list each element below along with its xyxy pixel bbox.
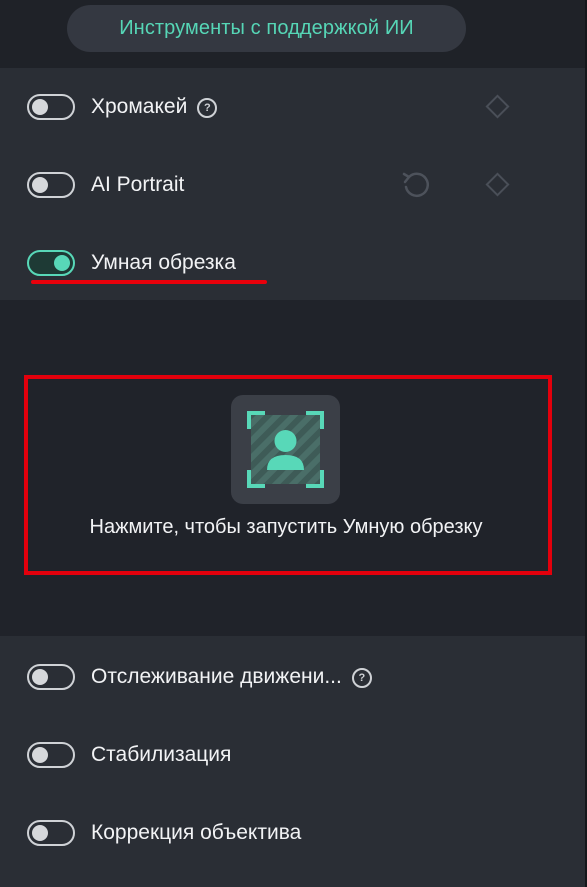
smart-crop-launch-text: Нажмите, чтобы запустить Умную обрезку	[89, 516, 483, 538]
ai-tools-tab[interactable]: Инструменты с поддержкой ИИ	[67, 5, 466, 52]
tool-label: Хромакей	[91, 95, 188, 118]
lens-correction-label: Коррекция объектива	[91, 821, 302, 844]
tool-row-chroma-key: Хромакей?	[0, 94, 587, 134]
chroma-key-toggle[interactable]	[27, 94, 75, 120]
top-bar: Инструменты с поддержкой ИИ	[0, 0, 587, 68]
smart-crop-label: Умная обрезка	[91, 251, 236, 274]
diamond-keyframe-icon[interactable]	[485, 172, 510, 197]
lens-correction-toggle[interactable]	[27, 820, 75, 846]
toggle-knob	[54, 255, 70, 271]
reset-arrow-icon[interactable]	[399, 168, 433, 202]
toggle-knob	[32, 825, 48, 841]
tool-row-lens-correction: Коррекция объектива	[0, 820, 587, 860]
ai-portrait-label: AI Portrait	[91, 173, 185, 196]
highlight-underline	[31, 280, 267, 284]
tool-row-smart-crop: Умная обрезка	[0, 250, 587, 290]
question-circle-icon[interactable]: ?	[197, 98, 218, 118]
tool-row-motion-tracking: Отслеживание движени...?	[0, 664, 587, 704]
tool-row-ai-portrait: AI Portrait	[0, 172, 587, 212]
stabilization-toggle[interactable]	[27, 742, 75, 768]
tool-label: Отслеживание движени...	[91, 665, 342, 688]
chroma-key-label: Хромакей?	[91, 94, 218, 120]
smart-crop-person-icon	[247, 411, 324, 488]
motion-tracking-toggle[interactable]	[27, 664, 75, 690]
toggle-knob	[32, 177, 48, 193]
toggle-knob	[32, 99, 48, 115]
toggle-knob	[32, 669, 48, 685]
smart-crop-toggle[interactable]	[27, 250, 75, 276]
tool-row-stabilization: Стабилизация	[0, 742, 587, 782]
motion-tracking-label: Отслеживание движени...?	[91, 664, 372, 690]
ai-portrait-toggle[interactable]	[27, 172, 75, 198]
question-circle-icon[interactable]: ?	[351, 668, 372, 688]
diamond-keyframe-icon[interactable]	[485, 94, 510, 119]
stabilization-label: Стабилизация	[91, 743, 232, 766]
smart-crop-launch-button[interactable]	[231, 395, 340, 504]
toggle-knob	[32, 747, 48, 763]
